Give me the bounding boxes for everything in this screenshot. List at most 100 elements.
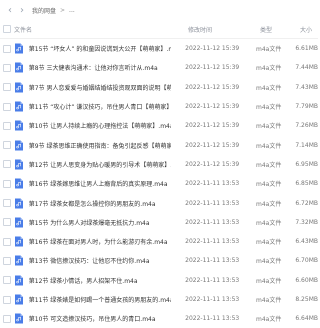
file-name-cell[interactable]: 第16节 绿茶在面对男人时，为什么能游刃有余.m4a bbox=[14, 236, 171, 247]
row-checkbox[interactable] bbox=[2, 218, 11, 227]
header-type[interactable]: 类型 bbox=[260, 25, 300, 34]
row-checkbox-cell[interactable] bbox=[0, 121, 14, 130]
file-name[interactable]: 第9节 绿茶思维正确使用指南：备兔引起反感【萌萌家】.m4a bbox=[29, 141, 171, 150]
file-row[interactable]: 第10节 可文造撩汉技巧，吊住男人的青口.m4a 2022-11-11 13:53… bbox=[0, 309, 318, 328]
file-row[interactable]: 第11节 “攻心计” 谦汉技巧，吊住男人青口【萌萌家】.m4a 2022-11-1… bbox=[0, 97, 318, 116]
file-row[interactable]: 第16节 绿茶嫁思维让男人上瘾背后的真实原理.m4a 2022-11-11 13:… bbox=[0, 174, 318, 193]
row-checkbox[interactable] bbox=[2, 276, 11, 285]
row-checkbox-cell[interactable] bbox=[0, 179, 14, 188]
row-checkbox-cell[interactable] bbox=[0, 256, 14, 265]
row-checkbox[interactable] bbox=[2, 199, 11, 208]
file-name[interactable]: 第12节 绿茶小情话，男人招架不住.m4a bbox=[29, 276, 138, 285]
file-name[interactable]: 第10节 可文造撩汉技巧，吊住男人的青口.m4a bbox=[29, 314, 156, 323]
file-row[interactable]: 第11节 绿茶婊是如何踢一个普通女孩的男朋友的.m4a 2022-11-11 13… bbox=[0, 290, 318, 309]
file-name-cell[interactable]: 第11节 绿茶婊是如何踢一个普通女孩的男朋友的.m4a bbox=[14, 294, 171, 305]
file-modified: 2022-11-12 15:39 bbox=[185, 83, 240, 91]
file-type: m4a文件 bbox=[255, 239, 282, 247]
row-checkbox-cell[interactable] bbox=[0, 314, 14, 323]
file-type: m4a文件 bbox=[255, 84, 282, 92]
file-type: m4a文件 bbox=[255, 161, 282, 169]
file-row[interactable]: 第9节 绿茶思维正确使用指南：备兔引起反感【萌萌家】.m4a 2022-11-12… bbox=[0, 135, 318, 154]
file-row[interactable]: 第12节 绿茶小情话，男人招架不住.m4a 2022-11-11 13:53 m4a… bbox=[0, 271, 318, 290]
file-name-cell[interactable]: 第12节 让男人思变身为贴心暖男的引导术【萌萌家】.m4a bbox=[14, 159, 171, 170]
header-size[interactable]: 大小 bbox=[300, 25, 318, 34]
row-checkbox-cell[interactable] bbox=[0, 83, 14, 92]
file-name-cell[interactable]: 第16节 绿茶嫁思维让男人上瘾背后的真实原理.m4a bbox=[14, 178, 171, 189]
breadcrumb: 我的网盘 > ... bbox=[32, 6, 75, 15]
row-checkbox-cell[interactable] bbox=[0, 160, 14, 169]
file-name-cell[interactable]: 第7节 男人恋爱爱与婚姻结婚结投资观双面的说明【萌萌家】.m4a bbox=[14, 82, 171, 93]
file-row[interactable]: 第17节 绿茶女都是怎么操控你的男朋友的.m4a 2022-11-11 13:53… bbox=[0, 193, 318, 212]
file-row[interactable]: 第16节 绿茶在面对男人时，为什么能游刃有余.m4a 2022-11-11 13:… bbox=[0, 232, 318, 251]
file-name[interactable]: 第16节 绿茶在面对男人时，为什么能游刃有余.m4a bbox=[29, 237, 168, 246]
row-checkbox[interactable] bbox=[2, 44, 11, 53]
chevron-right-icon[interactable]: › bbox=[16, 3, 28, 17]
row-checkbox-cell[interactable] bbox=[0, 218, 14, 227]
row-checkbox-cell[interactable] bbox=[0, 141, 14, 150]
file-name-cell[interactable]: 第10节 可文造撩汉技巧，吊住男人的青口.m4a bbox=[14, 313, 171, 324]
breadcrumb-current[interactable]: ... bbox=[69, 7, 75, 14]
file-row[interactable]: 第13节 微信撩汉技巧：让他忍不住约你.m4a 2022-11-11 13:53 m… bbox=[0, 251, 318, 270]
file-name[interactable]: 第12节 让男人思变身为贴心暖男的引导术【萌萌家】.m4a bbox=[29, 160, 171, 169]
file-name-cell[interactable]: 第13节 微信撩汉技巧：让他忍不住约你.m4a bbox=[14, 255, 171, 266]
file-row[interactable]: 第7节 男人恋爱爱与婚姻结婚结投资观双面的说明【萌萌家】.m4a 2022-11-… bbox=[0, 78, 318, 97]
audio-file-icon bbox=[14, 159, 24, 170]
row-checkbox[interactable] bbox=[2, 237, 11, 246]
file-size: 6.64MB bbox=[295, 315, 318, 323]
header-modified[interactable]: 修改时间 bbox=[174, 25, 260, 34]
header-name[interactable]: 文件名 bbox=[14, 25, 174, 34]
file-name-cell[interactable]: 第15节 “坏女人” 的和童因说谎到大公开【萌萌家】.m4a bbox=[14, 43, 171, 54]
file-name[interactable]: 第11节 绿茶婊是如何踢一个普通女孩的男朋友的.m4a bbox=[29, 295, 171, 304]
row-checkbox-cell[interactable] bbox=[0, 102, 14, 111]
file-type: m4a文件 bbox=[255, 142, 282, 150]
file-modified: 2022-11-11 13:53 bbox=[185, 315, 240, 323]
file-modified: 2022-11-11 13:53 bbox=[185, 199, 240, 207]
row-checkbox[interactable] bbox=[2, 295, 11, 304]
file-size: 6.72MB bbox=[295, 199, 318, 207]
file-name[interactable]: 第7节 男人恋爱爱与婚姻结婚结投资观双面的说明【萌萌家】.m4a bbox=[29, 83, 171, 92]
file-name-cell[interactable]: 第12节 绿茶小情话，男人招架不住.m4a bbox=[14, 275, 171, 286]
row-checkbox-cell[interactable] bbox=[0, 237, 14, 246]
file-modified: 2022-11-11 13:53 bbox=[185, 180, 240, 188]
file-name-cell[interactable]: 第17节 绿茶女都是怎么操控你的男朋友的.m4a bbox=[14, 198, 171, 209]
row-checkbox[interactable] bbox=[2, 83, 11, 92]
file-name-cell[interactable]: 第10节 让男人持续上瘾的心理拖控法【萌萌家】.m4a bbox=[14, 120, 171, 131]
row-checkbox-cell[interactable] bbox=[0, 295, 14, 304]
file-row[interactable]: 第8节 三大健表沟通术：让他对你言听计从.m4a 2022-11-12 15:39… bbox=[0, 58, 318, 77]
file-name-cell[interactable]: 第9节 绿茶思维正确使用指南：备兔引起反感【萌萌家】.m4a bbox=[14, 140, 171, 151]
row-checkbox[interactable] bbox=[2, 160, 11, 169]
file-name[interactable]: 第17节 绿茶女都是怎么操控你的男朋友的.m4a bbox=[29, 199, 156, 208]
file-name-cell[interactable]: 第15节 为什么男人对绿茶爆毫无抵抗力.m4a bbox=[14, 217, 171, 228]
file-name[interactable]: 第15节 “坏女人” 的和童因说谎到大公开【萌萌家】.m4a bbox=[29, 44, 171, 53]
file-name[interactable]: 第11节 “攻心计” 谦汉技巧，吊住男人青口【萌萌家】.m4a bbox=[29, 102, 171, 111]
row-checkbox[interactable] bbox=[2, 141, 11, 150]
row-checkbox-cell[interactable] bbox=[0, 63, 14, 72]
select-all-cell[interactable] bbox=[0, 25, 14, 33]
row-checkbox[interactable] bbox=[2, 314, 11, 323]
row-checkbox[interactable] bbox=[2, 256, 11, 265]
file-size: 6.95MB bbox=[295, 160, 318, 168]
row-checkbox-cell[interactable] bbox=[0, 199, 14, 208]
file-name[interactable]: 第16节 绿茶嫁思维让男人上瘾背后的真实原理.m4a bbox=[29, 179, 168, 188]
file-name[interactable]: 第10节 让男人持续上瘾的心理拖控法【萌萌家】.m4a bbox=[29, 121, 171, 130]
row-checkbox-cell[interactable] bbox=[0, 276, 14, 285]
file-row[interactable]: 第15节 为什么男人对绿茶爆毫无抵抗力.m4a 2022-11-11 13:53 m… bbox=[0, 213, 318, 232]
file-name[interactable]: 第13节 微信撩汉技巧：让他忍不住约你.m4a bbox=[29, 256, 150, 265]
file-size: 7.32MB bbox=[295, 218, 318, 226]
row-checkbox[interactable] bbox=[2, 102, 11, 111]
file-name-cell[interactable]: 第8节 三大健表沟通术：让他对你言听计从.m4a bbox=[14, 62, 171, 73]
file-row[interactable]: 第10节 让男人持续上瘾的心理拖控法【萌萌家】.m4a 2022-11-12 15… bbox=[0, 116, 318, 135]
chevron-left-icon[interactable]: ‹ bbox=[4, 3, 16, 17]
file-row[interactable]: 第15节 “坏女人” 的和童因说谎到大公开【萌萌家】.m4a 2022-11-12… bbox=[0, 39, 318, 58]
row-checkbox[interactable] bbox=[2, 63, 11, 72]
row-checkbox[interactable] bbox=[2, 121, 11, 130]
select-all-checkbox[interactable] bbox=[3, 25, 11, 33]
row-checkbox[interactable] bbox=[2, 179, 11, 188]
file-name[interactable]: 第15节 为什么男人对绿茶爆毫无抵抗力.m4a bbox=[29, 218, 150, 227]
row-checkbox-cell[interactable] bbox=[0, 44, 14, 53]
file-type: m4a文件 bbox=[255, 123, 282, 131]
file-name-cell[interactable]: 第11节 “攻心计” 谦汉技巧，吊住男人青口【萌萌家】.m4a bbox=[14, 101, 171, 112]
breadcrumb-root[interactable]: 我的网盘 bbox=[32, 6, 56, 15]
file-row[interactable]: 第12节 让男人思变身为贴心暖男的引导术【萌萌家】.m4a 2022-11-12 … bbox=[0, 155, 318, 174]
file-name[interactable]: 第8节 三大健表沟通术：让他对你言听计从.m4a bbox=[29, 63, 158, 72]
